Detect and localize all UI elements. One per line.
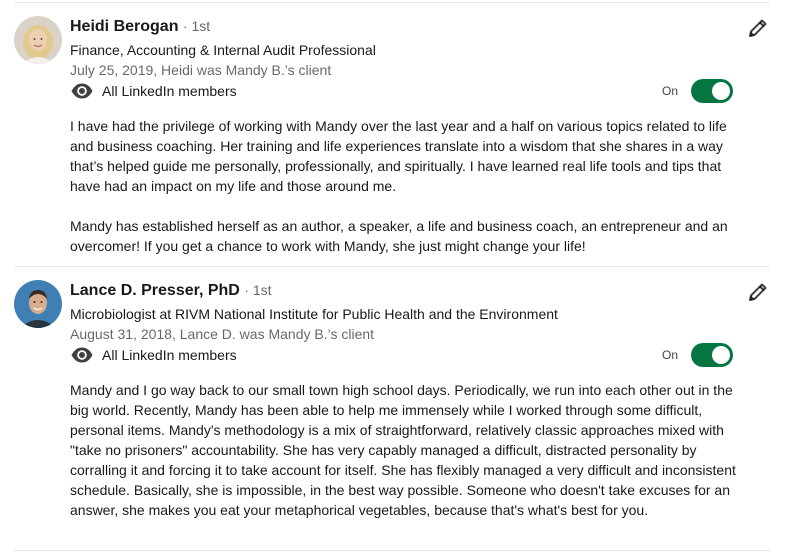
toggle-label: On (661, 348, 678, 362)
visibility-row: All LinkedIn members (70, 79, 237, 103)
recommendation-meta: July 25, 2019, Heidi was Mandy B.’s clie… (70, 62, 332, 78)
visibility-label: All LinkedIn members (102, 83, 237, 99)
recommendation-paragraph: Mandy and I go way back to our small tow… (70, 382, 736, 518)
card-divider (14, 266, 770, 267)
connection-degree: · 1st (244, 282, 272, 298)
name-line: Heidi Berogan · 1st (70, 18, 210, 36)
visibility-label: All LinkedIn members (102, 347, 237, 363)
visibility-toggle-group: On (662, 79, 733, 103)
recommender-name[interactable]: Heidi Berogan (70, 18, 178, 35)
recommender-headline: Microbiologist at RIVM National Institut… (70, 306, 558, 322)
eye-icon (71, 83, 93, 99)
visibility-toggle[interactable] (691, 79, 733, 103)
recommendation-paragraph: Mandy has established herself as an auth… (70, 218, 728, 254)
toggle-label: On (661, 84, 678, 98)
recommendation-text: Mandy and I go way back to our small tow… (70, 380, 738, 520)
toggle-knob (712, 346, 730, 364)
visibility-toggle-group: On (662, 343, 733, 367)
pencil-icon[interactable] (746, 16, 770, 40)
recommendation-text: I have had the privilege of working with… (70, 116, 738, 256)
avatar[interactable] (14, 280, 62, 328)
connection-degree: · 1st (182, 18, 211, 34)
toggle-knob (712, 82, 730, 100)
visibility-toggle[interactable] (691, 343, 733, 367)
recommendation-paragraph: I have had the privilege of working with… (70, 118, 727, 194)
recommender-name[interactable]: Lance D. Presser, PhD (70, 282, 240, 299)
avatar[interactable] (14, 16, 62, 64)
bottom-divider (14, 550, 770, 551)
visibility-row: All LinkedIn members (70, 343, 237, 367)
recommender-headline: Finance, Accounting & Internal Audit Pro… (70, 42, 376, 58)
eye-icon (71, 347, 93, 363)
recommendation-meta: August 31, 2018, Lance D. was Mandy B.’s… (70, 326, 375, 342)
pencil-icon[interactable] (746, 280, 770, 304)
name-line: Lance D. Presser, PhD · 1st (70, 282, 272, 300)
top-divider (14, 2, 770, 3)
